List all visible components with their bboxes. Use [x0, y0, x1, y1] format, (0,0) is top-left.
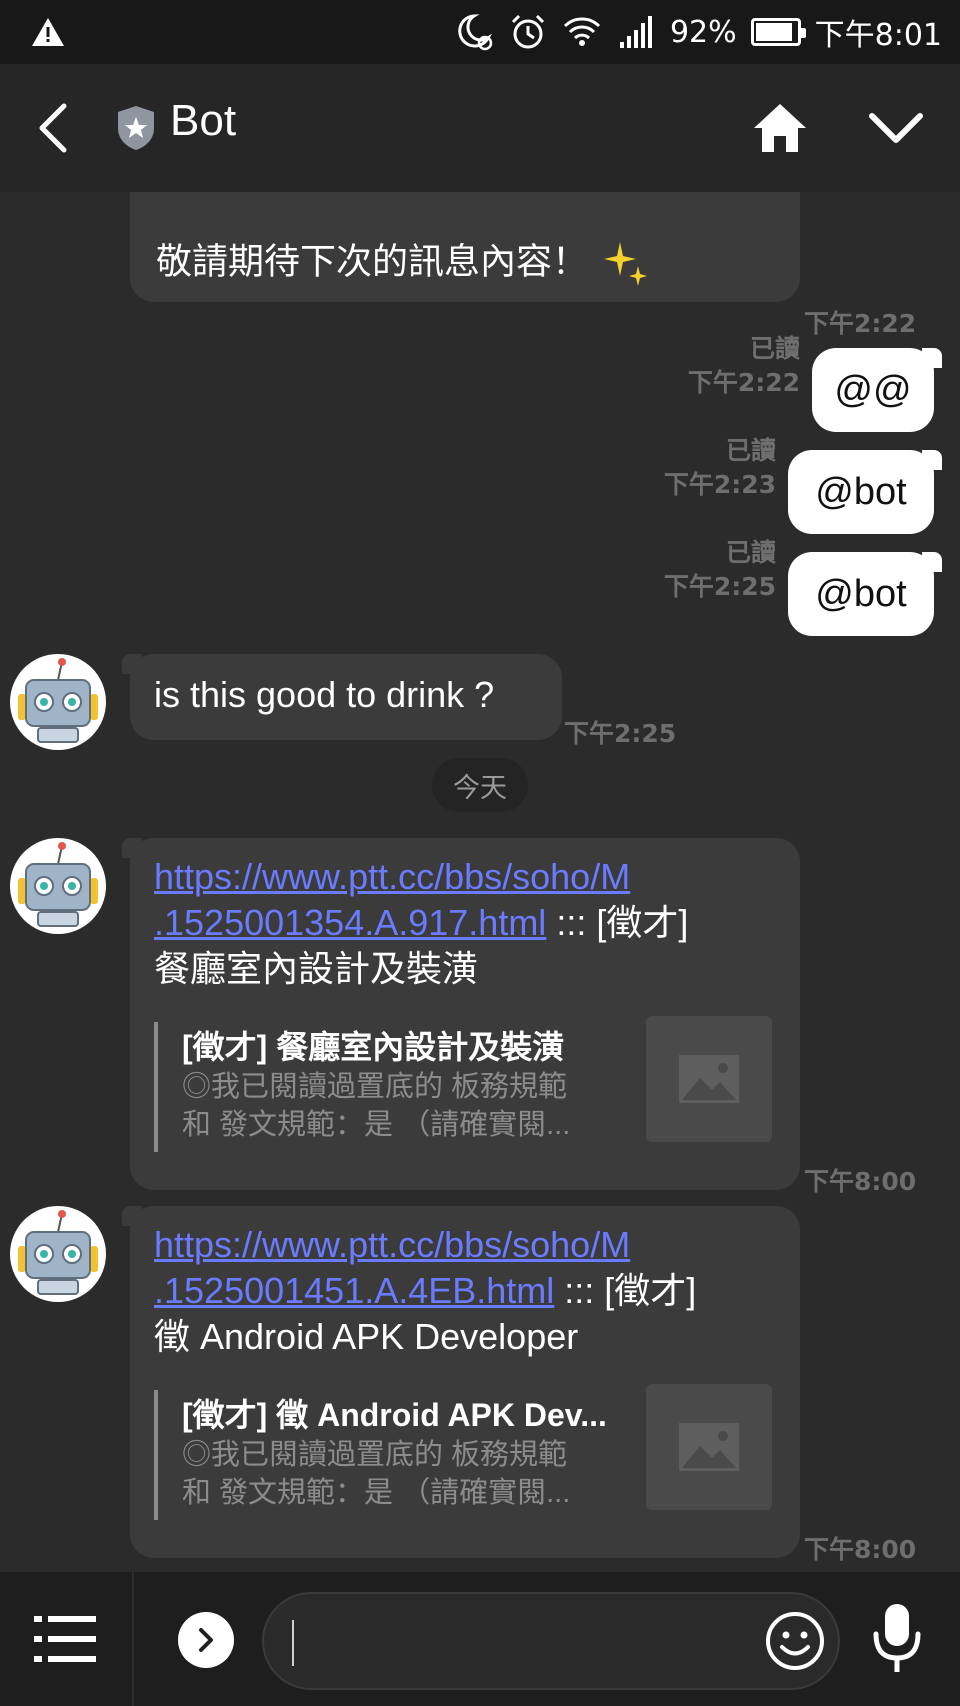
message-read-meta: 已讀 下午2:22	[688, 332, 800, 400]
home-icon[interactable]	[752, 100, 808, 154]
message-bubble-incoming[interactable]: https://www.ptt.cc/bbs/soho/M .152500145…	[122, 1206, 800, 1558]
robot-icon	[18, 658, 98, 743]
message-time: 下午2:23	[663, 470, 776, 499]
link-preview-line: ◎我已閱讀過置底的 板務規範	[182, 1071, 568, 1103]
link-preview-line: 和 發文規範：是 （請確實閱...	[182, 1477, 571, 1509]
message-link[interactable]: https://www.ptt.cc/bbs/soho/M	[154, 1224, 630, 1265]
do-not-disturb-moon-icon	[458, 14, 493, 51]
link-preview-card[interactable]: [徵才] 徵 Android APK Dev... ◎我已閱讀過置底的 板務規範…	[154, 1384, 772, 1520]
official-account-shield-icon	[118, 106, 154, 150]
text-caret	[292, 1620, 294, 1666]
message-time: 下午8:00	[804, 1535, 917, 1564]
alarm-icon	[511, 14, 544, 49]
link-preview-thumbnail	[646, 1016, 772, 1142]
robot-icon	[18, 842, 98, 927]
link-preview-line: 和 發文規範：是 （請確實閱...	[182, 1109, 571, 1141]
sparkles-icon	[604, 242, 648, 286]
divider	[132, 1572, 134, 1706]
message-link[interactable]: https://www.ptt.cc/bbs/soho/M	[154, 856, 630, 897]
message-link[interactable]: .1525001354.A.917.html	[154, 902, 546, 943]
message-time: 下午2:25	[564, 719, 677, 748]
link-preview-line: ◎我已閱讀過置底的 板務規範	[182, 1439, 568, 1471]
message-list[interactable]: 敬請期待下次的訊息內容！ 下午2:22 已讀 下午2:22 @@ 已讀 下午2:…	[0, 192, 960, 1572]
message-text: ::: [徵才]	[554, 1270, 697, 1311]
link-preview-title: [徵才] 徵 Android APK Dev...	[182, 1397, 607, 1433]
bot-avatar[interactable]	[10, 654, 106, 750]
menu-list-icon[interactable]	[34, 1612, 98, 1666]
message-input-bar	[0, 1572, 960, 1706]
message-bubble-outgoing[interactable]: @bot	[788, 552, 942, 636]
battery-icon	[750, 18, 806, 46]
message-bubble-outgoing[interactable]: @bot	[788, 450, 942, 534]
battery-level	[755, 23, 793, 41]
back-arrow-icon[interactable]	[30, 100, 74, 156]
signal-icon	[619, 16, 652, 48]
message-bubble-incoming[interactable]: 敬請期待下次的訊息內容！	[130, 192, 800, 302]
message-text: 徵 Android APK Developer	[154, 1316, 579, 1357]
battery-percent: 92%	[669, 14, 737, 50]
message-text: ::: [徵才]	[546, 902, 689, 943]
date-divider: 今天	[432, 758, 528, 812]
expand-button[interactable]	[178, 1612, 234, 1668]
link-preview-description: ◎我已閱讀過置底的 板務規範 和 發文規範：是 （請確實閱...	[182, 1068, 612, 1144]
message-text: @bot	[815, 572, 907, 615]
read-receipt: 已讀	[725, 538, 776, 567]
chat-header: Bot	[0, 64, 960, 192]
message-time: 下午2:22	[804, 309, 917, 338]
image-placeholder-icon	[679, 1055, 739, 1103]
message-text: @bot	[815, 470, 907, 513]
emoji-icon[interactable]	[764, 1610, 826, 1672]
message-text: @@	[834, 368, 912, 411]
message-time: 下午8:00	[804, 1167, 917, 1196]
image-placeholder-icon	[679, 1423, 739, 1471]
message-time: 下午2:22	[687, 368, 800, 397]
read-receipt: 已讀	[749, 334, 800, 363]
warning-icon	[32, 18, 64, 46]
link-preview-thumbnail	[646, 1384, 772, 1510]
message-read-meta: 已讀 下午2:25	[664, 536, 776, 604]
message-input[interactable]	[262, 1592, 840, 1690]
message-bubble-outgoing[interactable]: @@	[812, 348, 942, 432]
chevron-down-icon[interactable]	[866, 108, 926, 148]
clock: 下午8:01	[814, 18, 942, 53]
chat-title: Bot	[170, 96, 237, 145]
bot-avatar[interactable]	[10, 1206, 106, 1302]
microphone-icon[interactable]	[872, 1602, 922, 1676]
message-text: is this good to drink ?	[154, 674, 495, 715]
link-preview-description: ◎我已閱讀過置底的 板務規範 和 發文規範：是 （請確實閱...	[182, 1436, 612, 1512]
chevron-right-icon	[199, 1628, 213, 1652]
message-bubble-incoming[interactable]: https://www.ptt.cc/bbs/soho/M .152500135…	[122, 838, 800, 1190]
read-receipt: 已讀	[725, 436, 776, 465]
bot-avatar[interactable]	[10, 838, 106, 934]
status-bar: 92% 下午8:01	[0, 0, 960, 64]
message-bubble-incoming[interactable]: is this good to drink ?	[122, 654, 562, 740]
message-text: 餐廳室內設計及裝潢	[154, 948, 479, 989]
message-text: 敬請期待下次的訊息內容！	[156, 240, 589, 282]
message-read-meta: 已讀 下午2:23	[664, 434, 776, 502]
link-preview-title: [徵才] 餐廳室內設計及裝潢	[182, 1029, 565, 1065]
robot-icon	[18, 1210, 98, 1295]
message-time: 下午2:25	[663, 572, 776, 601]
message-link[interactable]: .1525001451.A.4EB.html	[154, 1270, 554, 1311]
link-preview-card[interactable]: [徵才] 餐廳室內設計及裝潢 ◎我已閱讀過置底的 板務規範 和 發文規範：是 （…	[154, 1016, 772, 1152]
wifi-icon	[563, 17, 600, 46]
